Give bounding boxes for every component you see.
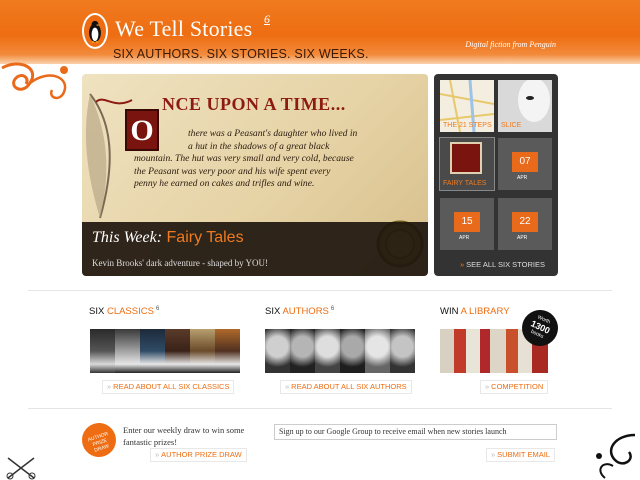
tagline: SIX AUTHORS. SIX STORIES. SIX WEEKS. — [113, 47, 369, 61]
see-all-stories-link[interactable]: » SEE ALL SIX STORIES — [460, 260, 545, 269]
classics-title: SIX CLASSICS 6 — [89, 306, 160, 318]
book-cover[interactable] — [165, 329, 190, 373]
story-line: penny he earned on cakes and trifles and… — [134, 178, 315, 190]
book-cover[interactable] — [190, 329, 215, 373]
chevron-right-icon: » — [107, 382, 112, 391]
site-header: We Tell Stories 6 SIX AUTHORS. SIX STORI… — [0, 0, 640, 64]
tile-month: APR — [517, 175, 528, 181]
chevron-right-icon: » — [485, 382, 490, 391]
prize-draw-link[interactable]: » AUTHOR PRIZE DRAW — [150, 448, 247, 462]
feature-heading: NCE UPON A TIME... — [162, 94, 346, 114]
caption-label: This Week: — [92, 229, 163, 246]
book-cover[interactable] — [90, 329, 115, 373]
caption-value[interactable]: Fairy Tales — [167, 229, 244, 246]
feature-panel[interactable]: NCE UPON A TIME... O there was a Peasant… — [82, 74, 428, 276]
caption-description: Kevin Brooks' dark adventure - shaped by… — [92, 258, 268, 268]
prize-text: Enter our weekly draw to win some fantas… — [123, 425, 245, 447]
email-signup-input[interactable]: Sign up to our Google Group to receive e… — [274, 424, 557, 440]
author-photo[interactable] — [390, 329, 415, 373]
tile-slice[interactable]: SLICE — [498, 80, 552, 132]
tile-month: APR — [517, 235, 528, 241]
swirl-left-icon — [1, 62, 68, 100]
tile-fairy-tales[interactable]: FAIRY TALES — [439, 137, 495, 191]
scissors-icon — [6, 457, 36, 480]
swirl-right-icon — [596, 433, 636, 479]
divider — [28, 290, 612, 291]
tile-month: APR — [459, 235, 470, 241]
story-line: a hut in the shadows of a great black — [188, 140, 330, 152]
story-grid: THE 21 STEPS SLICE FAIRY TALES 07 APR 15… — [434, 74, 558, 276]
tile-label: SLICE — [501, 122, 522, 129]
library-title: WIN A LIBRARY — [440, 306, 510, 317]
tile-label: THE 21 STEPS — [443, 122, 492, 129]
subtitle: Digital fiction from Penguin — [465, 40, 556, 49]
chevron-right-icon: » — [285, 382, 290, 391]
authors-title: SIX AUTHORS 6 — [265, 306, 335, 318]
author-photo[interactable] — [365, 329, 390, 373]
book-spine — [480, 329, 490, 373]
tile-label: FAIRY TALES — [443, 180, 487, 187]
book-spine — [466, 329, 480, 373]
story-line: mountain. The hut was very small and ver… — [134, 153, 354, 165]
classics-link[interactable]: » READ ABOUT ALL SIX CLASSICS — [102, 380, 235, 394]
book-spine — [490, 329, 506, 373]
tile-date: 07 — [512, 152, 538, 172]
tile-the-21-steps[interactable]: THE 21 STEPS — [440, 80, 494, 132]
author-photo[interactable] — [265, 329, 290, 373]
submit-email-button[interactable]: » SUBMIT EMAIL — [486, 448, 555, 462]
prize-badge: AUTHOR PRIZE DRAW — [77, 418, 121, 462]
penguin-logo-icon[interactable] — [82, 13, 108, 49]
competition-link[interactable]: » COMPETITION — [480, 380, 549, 394]
story-line: there was a Peasant's daughter who lived… — [188, 128, 358, 139]
book-cover[interactable] — [140, 329, 165, 373]
tile-date: 22 — [512, 212, 538, 232]
story-line: the Peasant was very poor and his wife s… — [134, 165, 331, 177]
tile-week-4[interactable]: 07 APR — [498, 138, 552, 190]
book-spine — [440, 329, 454, 373]
divider — [28, 408, 612, 409]
classics-covers[interactable] — [90, 329, 242, 373]
authors-link[interactable]: » READ ABOUT ALL SIX AUTHORS — [280, 380, 412, 394]
site-title[interactable]: We Tell Stories — [115, 16, 252, 42]
chevron-right-icon: » — [491, 450, 496, 459]
author-photo[interactable] — [290, 329, 315, 373]
tile-week-5[interactable]: 15 APR — [440, 198, 494, 250]
fairy-tales-dropcap-icon — [450, 142, 482, 174]
chevron-right-icon: » — [460, 260, 465, 269]
author-photo[interactable] — [315, 329, 340, 373]
book-spine — [506, 329, 518, 373]
caption-title[interactable]: This Week: Fairy Tales — [92, 229, 244, 247]
tile-week-6[interactable]: 22 APR — [498, 198, 552, 250]
authors-photos[interactable] — [265, 329, 417, 373]
title-sup: 6 — [264, 12, 270, 26]
book-cover[interactable] — [115, 329, 140, 373]
book-spine — [454, 329, 466, 373]
chevron-right-icon: » — [155, 450, 160, 459]
book-cover[interactable] — [215, 329, 240, 373]
feature-caption: This Week: Fairy Tales Kevin Brooks' dar… — [82, 222, 428, 276]
story-text: there was a Peasant's daughter who lived… — [134, 128, 404, 191]
author-photo[interactable] — [340, 329, 365, 373]
tile-date: 15 — [454, 212, 480, 232]
